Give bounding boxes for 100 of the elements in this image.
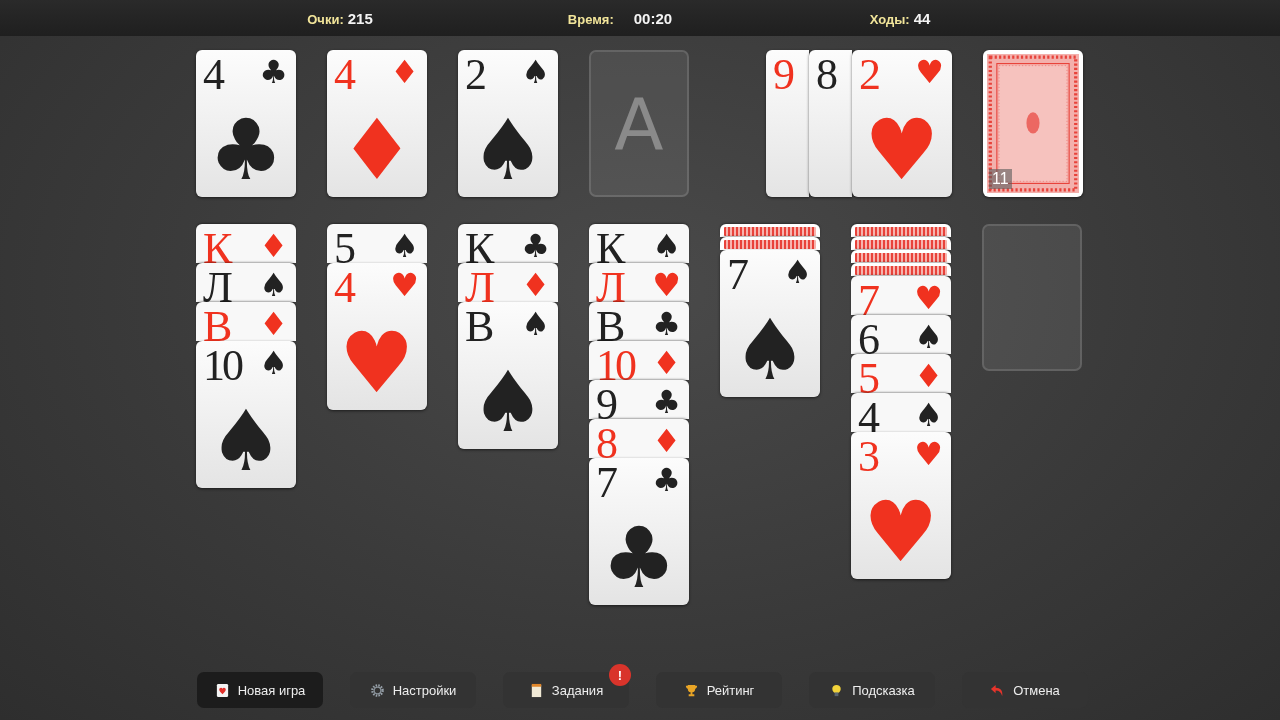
suit-symbol: ♠ bbox=[652, 230, 681, 262]
suit-symbol: ♥ bbox=[338, 321, 416, 405]
playing-card[interactable]: 8 bbox=[809, 50, 852, 197]
card-rank: 2 bbox=[859, 53, 878, 97]
card-rank: 2 bbox=[465, 53, 484, 97]
playing-card[interactable]: Л ♥ bbox=[589, 263, 689, 302]
card-count: 11 bbox=[989, 169, 1012, 189]
suit-symbol: ♦ bbox=[259, 308, 288, 340]
playing-card[interactable]: 4 ♦ ♦ bbox=[327, 50, 427, 197]
card-rank: В bbox=[596, 305, 623, 341]
suit-symbol: ♥ bbox=[390, 269, 419, 301]
playing-card[interactable]: 4 ♥ ♥ bbox=[327, 263, 427, 410]
suit-symbol: ♣ bbox=[652, 308, 681, 340]
suit-symbol: ♠ bbox=[259, 269, 288, 301]
card-rank: Л bbox=[465, 266, 492, 302]
suit-symbol: ♥ bbox=[914, 282, 943, 314]
suit-symbol: ♣ bbox=[259, 56, 288, 88]
stat-value: 215 bbox=[347, 9, 373, 27]
card-rank: Л bbox=[596, 266, 623, 302]
playing-card[interactable]: 7 ♥ bbox=[851, 276, 951, 315]
notification-badge: ! bbox=[609, 664, 631, 686]
slot-letter: A bbox=[614, 81, 664, 166]
playing-card[interactable]: 10 ♦ bbox=[589, 341, 689, 380]
card-rank: 5 bbox=[858, 357, 877, 393]
playing-card[interactable]: 6 ♠ bbox=[851, 315, 951, 354]
card-rank: 7 bbox=[596, 461, 615, 505]
suit-symbol: ♦ bbox=[652, 347, 681, 379]
card-rank: 6 bbox=[858, 318, 877, 354]
playing-card[interactable]: Л ♦ bbox=[458, 263, 558, 302]
playing-card[interactable]: 3 ♥ ♥ bbox=[851, 432, 951, 579]
playing-card[interactable]: 2 ♥ ♥ bbox=[852, 50, 952, 197]
suit-symbol: ♠ bbox=[783, 256, 812, 288]
suit-symbol: ♠ bbox=[469, 360, 547, 444]
suit-symbol: ♦ bbox=[914, 360, 943, 392]
playing-card[interactable]: 2 ♠ ♠ bbox=[458, 50, 558, 197]
trophy-icon bbox=[683, 682, 699, 698]
playing-card[interactable]: В ♦ bbox=[196, 302, 296, 341]
stat-label: Время: bbox=[567, 11, 614, 27]
playing-card[interactable]: К ♦ bbox=[196, 224, 296, 263]
card-rank: 4 bbox=[858, 396, 877, 432]
suit-symbol: ♥ bbox=[914, 438, 943, 470]
card-rank: 4 bbox=[334, 53, 353, 97]
suit-symbol: ♥ bbox=[863, 108, 941, 192]
stat-label: Очки: bbox=[307, 11, 344, 27]
card-rank: 3 bbox=[858, 435, 877, 479]
suit-symbol: ♣ bbox=[600, 516, 678, 600]
suit-symbol: ♣ bbox=[652, 464, 681, 496]
suit-symbol: ♦ bbox=[338, 108, 416, 192]
card-rank: 4 bbox=[203, 53, 222, 97]
suit-symbol: ♠ bbox=[259, 347, 288, 379]
suit-symbol: ♣ bbox=[521, 230, 550, 262]
suit-symbol: ♦ bbox=[259, 230, 288, 262]
playing-card[interactable]: 9 ♣ bbox=[589, 380, 689, 419]
card-rank: 7 bbox=[858, 279, 877, 315]
empty-column-slot[interactable] bbox=[982, 224, 1082, 371]
playing-card[interactable]: 9 bbox=[766, 50, 809, 197]
suit-symbol: ♠ bbox=[207, 399, 285, 483]
playing-card[interactable]: В ♣ bbox=[589, 302, 689, 341]
playing-card[interactable]: 4 ♣ ♣ bbox=[196, 50, 296, 197]
playing-card[interactable]: 8 ♦ bbox=[589, 419, 689, 458]
card-rank: 8 bbox=[596, 422, 615, 458]
playing-card[interactable]: 7 ♠ ♠ bbox=[720, 250, 820, 397]
card-rank: 9 bbox=[773, 53, 792, 97]
card-rank: 7 bbox=[727, 253, 746, 297]
card-rank: 4 bbox=[334, 266, 353, 310]
playing-card[interactable]: Л ♠ bbox=[196, 263, 296, 302]
suit-symbol: ♥ bbox=[862, 490, 940, 574]
card-rank: Л bbox=[203, 266, 230, 302]
card-rank: К bbox=[203, 227, 230, 263]
card-rank: 5 bbox=[334, 227, 353, 263]
suit-symbol: ♠ bbox=[521, 308, 550, 340]
card-rank: 8 bbox=[816, 53, 835, 97]
suit-symbol: ♦ bbox=[521, 269, 550, 301]
card-rank: 9 bbox=[596, 383, 615, 419]
toolbar-button[interactable]: Новая игра bbox=[197, 672, 323, 708]
card-rank: К bbox=[596, 227, 623, 263]
playing-card[interactable]: В ♠ ♠ bbox=[458, 302, 558, 449]
card-rank: 10 bbox=[596, 344, 634, 380]
card-rank: 10 bbox=[203, 344, 241, 388]
toolbar-button[interactable]: Рейтинг bbox=[656, 672, 782, 708]
card-back[interactable]: 11 bbox=[983, 50, 1083, 197]
suit-symbol: ♠ bbox=[390, 230, 419, 262]
playing-card[interactable]: 7 ♣ ♣ bbox=[589, 458, 689, 605]
suit-symbol: ♠ bbox=[914, 399, 943, 431]
card-rank: В bbox=[203, 305, 230, 341]
playing-card[interactable]: К ♣ bbox=[458, 224, 558, 263]
playing-card[interactable]: 5 ♠ bbox=[327, 224, 427, 263]
playing-card[interactable]: 10 ♠ ♠ bbox=[196, 341, 296, 488]
suit-symbol: ♣ bbox=[207, 108, 285, 192]
stat-label: Ходы: bbox=[869, 11, 910, 27]
settings-icon bbox=[369, 682, 385, 698]
suit-symbol: ♣ bbox=[652, 386, 681, 418]
suit-symbol: ♦ bbox=[652, 425, 681, 457]
suit-symbol: ♠ bbox=[914, 321, 943, 353]
playing-card[interactable]: К ♠ bbox=[589, 224, 689, 263]
suit-symbol: ♥ bbox=[915, 56, 944, 88]
suit-symbol: ♠ bbox=[731, 308, 809, 392]
playing-card[interactable]: 4 ♠ bbox=[851, 393, 951, 432]
stat-value: 00:20 bbox=[633, 9, 673, 27]
playing-card[interactable]: 5 ♦ bbox=[851, 354, 951, 393]
